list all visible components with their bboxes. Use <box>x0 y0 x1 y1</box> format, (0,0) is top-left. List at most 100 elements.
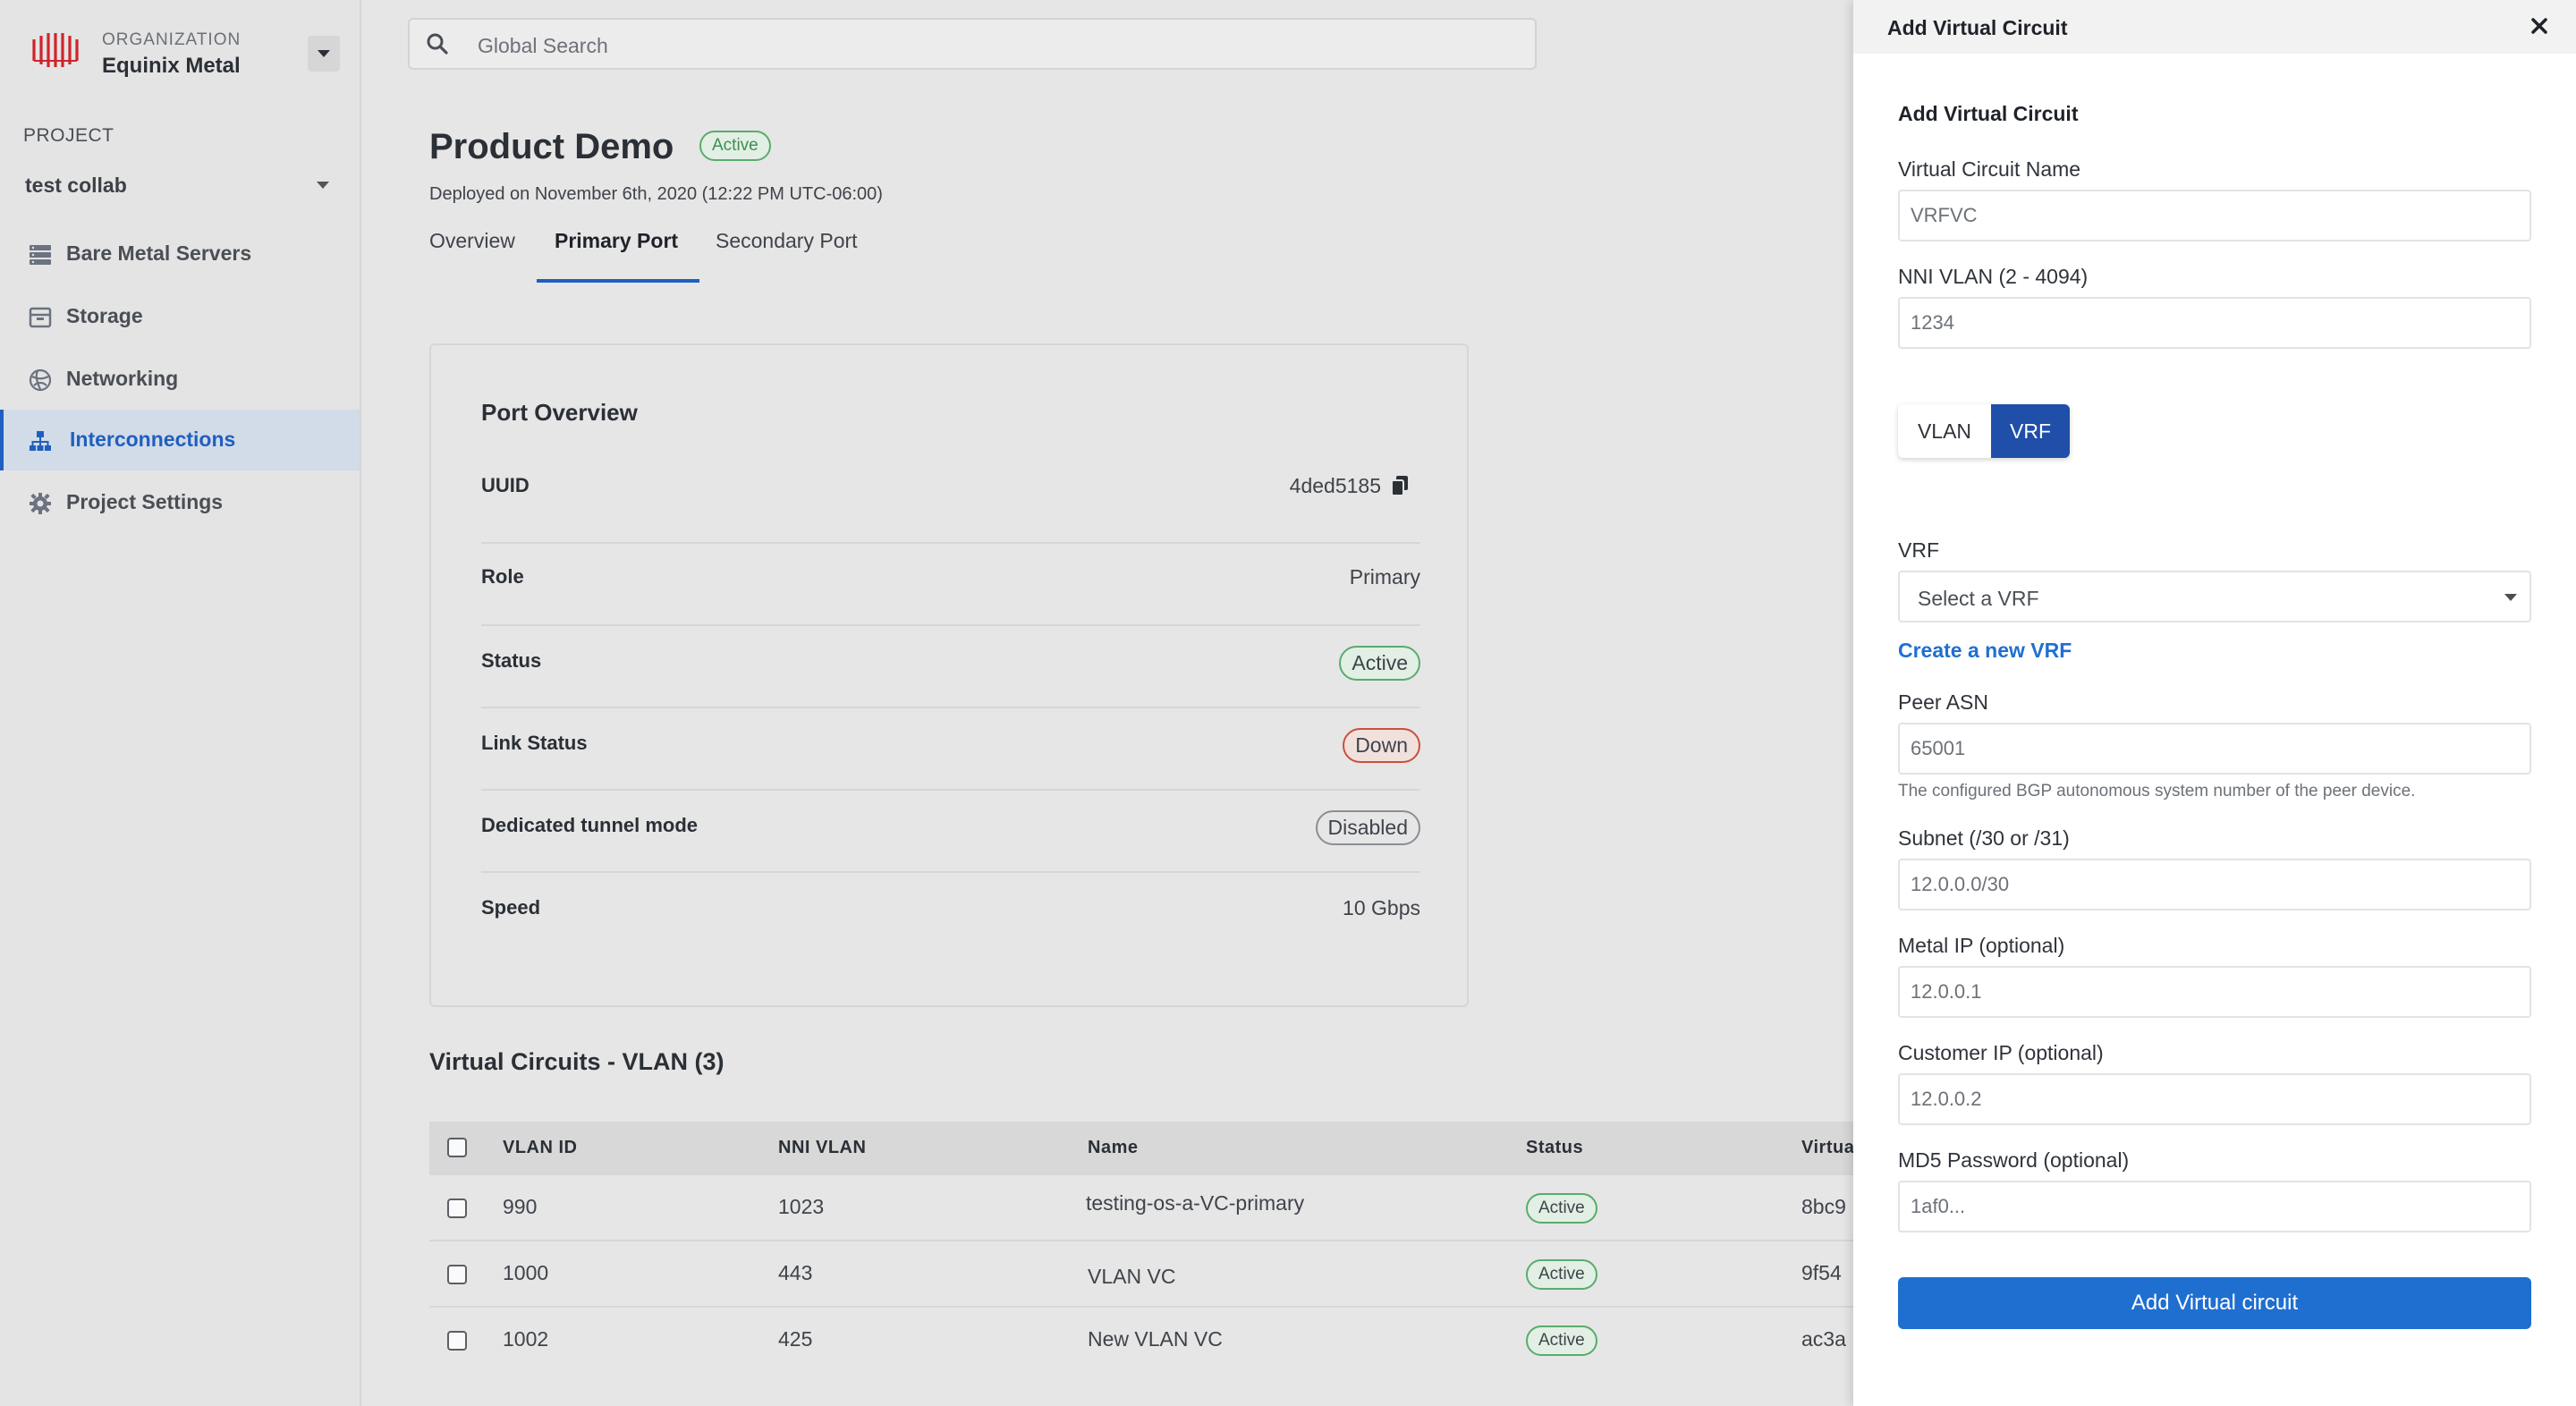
globe-icon <box>29 368 52 392</box>
sidebar-item-label: Storage <box>66 304 143 327</box>
server-icon <box>30 245 51 265</box>
chevron-down-icon <box>2504 594 2517 601</box>
section-title: Virtual Circuits - VLAN (3) <box>429 1048 724 1075</box>
subnet-field[interactable] <box>1898 859 2531 911</box>
vlan-id: 1000 <box>503 1261 549 1284</box>
link-status-badge: Down <box>1343 728 1420 763</box>
vlan-id: 990 <box>503 1195 538 1218</box>
sidebar-item-interconnections[interactable]: Interconnections <box>0 410 360 470</box>
chevron-down-icon[interactable] <box>317 182 329 189</box>
detail-row-status: Status Active <box>481 626 1420 708</box>
status-badge: Active <box>1526 1326 1597 1356</box>
detail-row-tunnel-mode: Dedicated tunnel mode Disabled <box>481 791 1420 873</box>
vrf-select-value: Select a VRF <box>1918 587 2039 610</box>
create-vrf-link[interactable]: Create a new VRF <box>1898 639 2072 663</box>
vc-name[interactable]: testing-os-a-VC-primary <box>1086 1191 1304 1215</box>
column-header[interactable]: Status <box>1526 1138 1583 1158</box>
select-all-checkbox[interactable] <box>447 1138 467 1157</box>
virtual-id: 8bc9 <box>1801 1195 1846 1218</box>
tab-secondary-port[interactable]: Secondary Port <box>716 229 858 253</box>
add-virtual-circuit-button[interactable]: Add Virtual circuit <box>1898 1277 2531 1329</box>
column-header[interactable]: Virtua <box>1801 1138 1854 1158</box>
status-badge: Active <box>1526 1259 1597 1290</box>
row-label: UUID <box>481 474 530 496</box>
md5-password-field[interactable] <box>1898 1181 2531 1232</box>
form-title: Add Virtual Circuit <box>1898 102 2079 125</box>
column-header[interactable]: Name <box>1088 1138 1138 1158</box>
nni-vlan: 1023 <box>778 1195 825 1218</box>
org-dropdown-button[interactable] <box>308 36 340 72</box>
status-badge: Active <box>1339 646 1420 681</box>
sidebar-item-project-settings[interactable]: Project Settings <box>0 472 360 533</box>
vc-name-label: Virtual Circuit Name <box>1898 157 2081 181</box>
drawer-header: Add Virtual Circuit <box>1853 0 2576 54</box>
detail-row-link-status: Link Status Down <box>481 708 1420 791</box>
gear-icon <box>30 493 51 514</box>
row-label: Link Status <box>481 732 588 754</box>
equinix-logo-icon <box>32 33 79 67</box>
add-virtual-circuit-drawer: Add Virtual Circuit Add Virtual Circuit … <box>1853 0 2576 1406</box>
storage-icon <box>29 307 52 328</box>
sidebar-item-label: Project Settings <box>66 490 224 513</box>
close-icon[interactable] <box>2526 13 2553 39</box>
table-row[interactable]: 1000 443 VLAN VC Active 9f54 <box>429 1241 1853 1308</box>
card-title: Port Overview <box>481 399 638 426</box>
org-name: Equinix Metal <box>102 54 241 78</box>
table-row[interactable]: 1002 425 New VLAN VC Active ac3a <box>429 1308 1853 1374</box>
tab-primary-port[interactable]: Primary Port <box>555 229 678 253</box>
vlan-vrf-toggle: VLAN VRF <box>1898 404 2070 458</box>
org-label: ORGANIZATION <box>102 30 242 49</box>
peer-asn-label: Peer ASN <box>1898 690 1988 714</box>
sidebar-item-networking[interactable]: Networking <box>0 349 360 410</box>
vc-name-field[interactable] <box>1898 190 2531 241</box>
row-value-uuid: 4ded5185 <box>1290 474 1408 498</box>
detail-row-speed: Speed 10 Gbps <box>481 873 1420 955</box>
customer-ip-field[interactable] <box>1898 1073 2531 1125</box>
sidebar-item-storage[interactable]: Storage <box>0 286 360 347</box>
vc-name[interactable]: VLAN VC <box>1088 1265 1175 1289</box>
global-search[interactable]: Global Search <box>408 18 1537 70</box>
virtual-circuits-table: VLAN ID NNI VLAN Name Status Virtua 990 … <box>429 1122 1854 1377</box>
sidebar-item-bare-metal-servers[interactable]: Bare Metal Servers <box>0 224 360 284</box>
row-label: Dedicated tunnel mode <box>481 814 699 836</box>
uuid-text: 4ded5185 <box>1289 474 1381 497</box>
status-badge: Active <box>699 131 771 161</box>
vc-name[interactable]: New VLAN VC <box>1088 1327 1223 1351</box>
row-label: Role <box>481 565 524 588</box>
toggle-vrf-button[interactable]: VRF <box>1991 404 2070 458</box>
project-selector[interactable]: test collab <box>25 174 127 198</box>
vlan-id: 1002 <box>503 1327 549 1351</box>
sidebar: ORGANIZATION Equinix Metal PROJECT test … <box>0 0 361 1406</box>
vrf-label: VRF <box>1898 538 1939 562</box>
vrf-select[interactable]: Select a VRF <box>1898 571 2531 623</box>
port-overview-card: Port Overview UUID 4ded5185 Role Primary… <box>429 343 1469 1007</box>
detail-row-uuid: UUID 4ded5185 <box>481 462 1420 544</box>
search-placeholder: Global Search <box>478 34 608 57</box>
row-checkbox[interactable] <box>447 1198 467 1218</box>
table-row[interactable]: 990 1023 testing-os-a-VC-primary Active … <box>429 1175 1853 1241</box>
metal-ip-label: Metal IP (optional) <box>1898 934 2065 957</box>
md5-password-label: MD5 Password (optional) <box>1898 1148 2130 1172</box>
org-switcher[interactable]: ORGANIZATION Equinix Metal <box>30 23 340 84</box>
project-label: PROJECT <box>23 125 114 146</box>
metal-ip-field[interactable] <box>1898 966 2531 1018</box>
nni-vlan: 425 <box>778 1327 813 1351</box>
tunnel-mode-badge: Disabled <box>1315 810 1420 845</box>
copy-icon[interactable] <box>1392 476 1408 495</box>
toggle-vlan-button[interactable]: VLAN <box>1898 404 1991 458</box>
column-header[interactable]: NNI VLAN <box>778 1138 866 1158</box>
column-header[interactable]: VLAN ID <box>503 1138 578 1158</box>
row-checkbox[interactable] <box>447 1331 467 1351</box>
sidebar-item-label: Networking <box>66 367 179 390</box>
tab-overview[interactable]: Overview <box>429 229 515 253</box>
row-label: Status <box>481 649 542 672</box>
subnet-label: Subnet (/30 or /31) <box>1898 826 2070 850</box>
network-tree-icon <box>30 431 51 451</box>
row-checkbox[interactable] <box>447 1265 467 1284</box>
nni-vlan-field[interactable] <box>1898 297 2531 349</box>
active-tab-indicator <box>537 279 699 283</box>
drawer-title: Add Virtual Circuit <box>1887 16 2068 39</box>
deployed-date: Deployed on November 6th, 2020 (12:22 PM… <box>429 184 883 204</box>
peer-asn-field[interactable] <box>1898 723 2531 775</box>
detail-row-role: Role Primary <box>481 544 1420 626</box>
